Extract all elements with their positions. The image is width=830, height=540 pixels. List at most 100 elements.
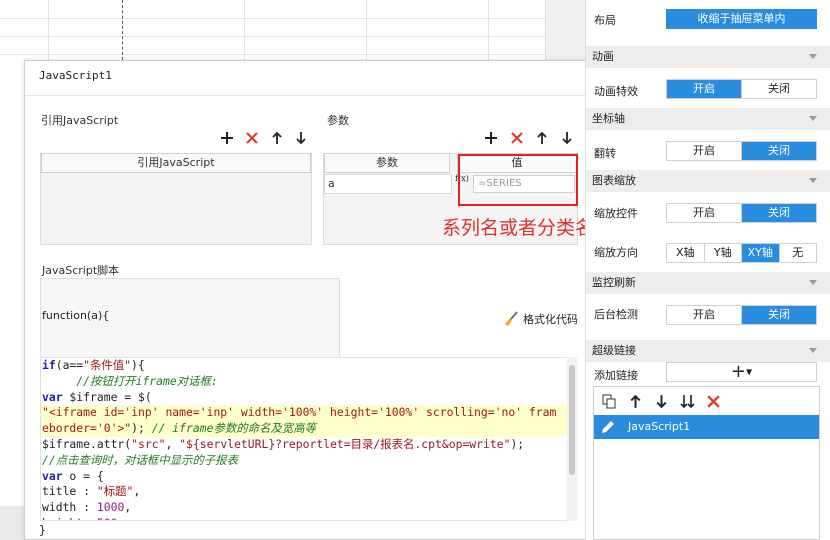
background-check-toggle: 开启 关闭 <box>666 305 817 325</box>
hyperlink-list-item[interactable]: JavaScript1 <box>594 415 819 439</box>
hyperlink-item-label: JavaScript1 <box>628 420 691 433</box>
axis-header-label: 坐标轴 <box>592 112 625 125</box>
chevron-down-icon <box>809 116 817 121</box>
caret-down-icon: ▼ <box>745 367 753 377</box>
delete-link-button[interactable] <box>704 392 722 410</box>
code-token: $iframe.attr( <box>42 436 132 451</box>
flip-label: 翻转 <box>594 147 616 160</box>
sheet-bottom-bar <box>0 506 24 540</box>
move-up-param-button[interactable] <box>533 129 551 147</box>
zoom-direction-label: 缩放方向 <box>594 246 638 259</box>
copy-link-button[interactable] <box>600 392 618 410</box>
hyperlink-section-header[interactable]: 超级链接 <box>586 340 830 362</box>
delete-x-icon <box>511 132 523 144</box>
add-param-button[interactable] <box>482 129 500 147</box>
code-editor[interactable]: if(a=="条件值"){ //按钮打开iframe对话框: var $ifram… <box>40 357 577 521</box>
chevron-down-icon <box>809 54 817 59</box>
import-section-label: 引用JavaScript <box>41 114 119 127</box>
move-down-param-button[interactable] <box>558 129 576 147</box>
zoom-direction-x-option[interactable]: X轴 <box>667 244 704 262</box>
format-code-button[interactable]: 格式化代码 <box>503 311 578 327</box>
plus-icon <box>221 132 233 144</box>
zoom-control-off-option[interactable]: 关闭 <box>741 204 816 222</box>
arrow-up-icon <box>630 394 640 408</box>
code-token: o = { <box>62 468 104 483</box>
code-token: ); <box>510 436 525 451</box>
format-code-label: 格式化代码 <box>523 313 578 326</box>
flip-off-option[interactable]: 关闭 <box>741 142 816 160</box>
code-token: (a== <box>55 358 84 372</box>
script-section-label: JavaScript脚本 <box>42 264 120 277</box>
add-link-label: 添加链接 <box>594 369 638 382</box>
monitor-header-label: 监控刷新 <box>592 276 636 289</box>
move-down-import-button[interactable] <box>292 129 310 147</box>
background-check-on-option[interactable]: 开启 <box>667 306 741 324</box>
code-token: $iframe = $( <box>62 389 152 404</box>
code-line: var o = { <box>41 469 576 485</box>
code-line: var $iframe = $( <box>41 390 576 406</box>
delete-param-button[interactable] <box>508 129 526 147</box>
code-line: $iframe.attr("src", "${servletURL}?repor… <box>41 437 576 453</box>
hyperlink-header-label: 超级链接 <box>592 344 636 357</box>
animation-section-header[interactable]: 动画 <box>586 46 830 68</box>
chevron-down-icon <box>809 280 817 285</box>
code-token: //按钮打开iframe对话框: <box>42 373 218 388</box>
plus-icon <box>485 132 497 144</box>
arrow-up-icon <box>272 131 282 144</box>
monitor-section-header[interactable]: 监控刷新 <box>586 272 830 294</box>
param-name-cell[interactable]: a <box>324 174 452 194</box>
highlight-annotation-box <box>458 154 578 206</box>
add-link-dropdown[interactable]: +▼ <box>666 362 817 382</box>
code-line: //按钮打开iframe对话框: <box>41 374 576 390</box>
delete-import-button[interactable] <box>243 129 261 147</box>
axis-section-header[interactable]: 坐标轴 <box>586 108 830 130</box>
code-token: if <box>42 358 56 372</box>
closing-brace: } <box>39 523 46 537</box>
move-up-import-button[interactable] <box>268 129 286 147</box>
edit-pencil-icon <box>602 421 614 433</box>
function-signature: function(a){ <box>42 309 110 322</box>
arrow-down-icon <box>296 132 306 145</box>
chevron-down-icon <box>809 348 817 353</box>
annotation-text: 系列名或者分类名 <box>442 217 595 239</box>
background-check-off-option[interactable]: 关闭 <box>741 306 816 324</box>
code-token: 500 <box>97 516 118 520</box>
zoom-section-header[interactable]: 图表缩放 <box>586 170 830 192</box>
layout-select[interactable]: 收缩于抽屉菜单内 <box>666 9 817 29</box>
delete-x-icon <box>246 132 258 144</box>
flip-on-option[interactable]: 开启 <box>667 142 741 160</box>
code-token: , <box>124 500 132 515</box>
code-token: // iframe参数的命名及宽高等 <box>151 421 316 436</box>
params-section-label: 参数 <box>327 114 349 127</box>
code-line: width : 1000, <box>41 500 576 516</box>
animation-effect-label: 动画特效 <box>594 85 638 98</box>
animation-header-label: 动画 <box>592 50 614 63</box>
zoom-control-label: 缩放控件 <box>594 207 638 220</box>
move-down-link-button[interactable] <box>652 392 670 410</box>
code-line: eborder='0'>"); // iframe参数的命名及宽高等 <box>41 421 576 437</box>
import-column-header: 引用JavaScript <box>41 153 311 173</box>
zoom-direction-y-option[interactable]: Y轴 <box>703 244 741 262</box>
animation-on-option[interactable]: 开启 <box>667 80 741 98</box>
broom-icon <box>505 311 518 326</box>
add-import-button[interactable] <box>218 129 236 147</box>
code-scrollbar[interactable] <box>567 357 577 521</box>
zoom-direction-none-option[interactable]: 无 <box>778 244 816 262</box>
copy-icon <box>602 394 615 408</box>
background-check-label: 后台检测 <box>594 308 638 321</box>
code-token: 1000 <box>96 500 125 515</box>
code-token: eborder='0'>" <box>42 421 132 436</box>
zoom-direction-xy-option[interactable]: XY轴 <box>741 244 779 262</box>
animation-off-option[interactable]: 关闭 <box>741 80 816 98</box>
code-token: "src" <box>131 436 166 451</box>
code-scroll-thumb[interactable] <box>569 365 575 475</box>
zoom-control-toggle: 开启 关闭 <box>666 203 817 223</box>
code-token: , <box>165 436 180 451</box>
move-up-link-button[interactable] <box>626 392 644 410</box>
code-token: ){ <box>131 358 145 372</box>
code-token: var <box>42 389 63 404</box>
sort-link-button[interactable] <box>678 392 696 410</box>
zoom-control-on-option[interactable]: 开启 <box>667 204 741 222</box>
code-token: "标题" <box>96 484 134 499</box>
code-line: "<iframe id='inp' name='inp' width='100%… <box>41 405 576 422</box>
